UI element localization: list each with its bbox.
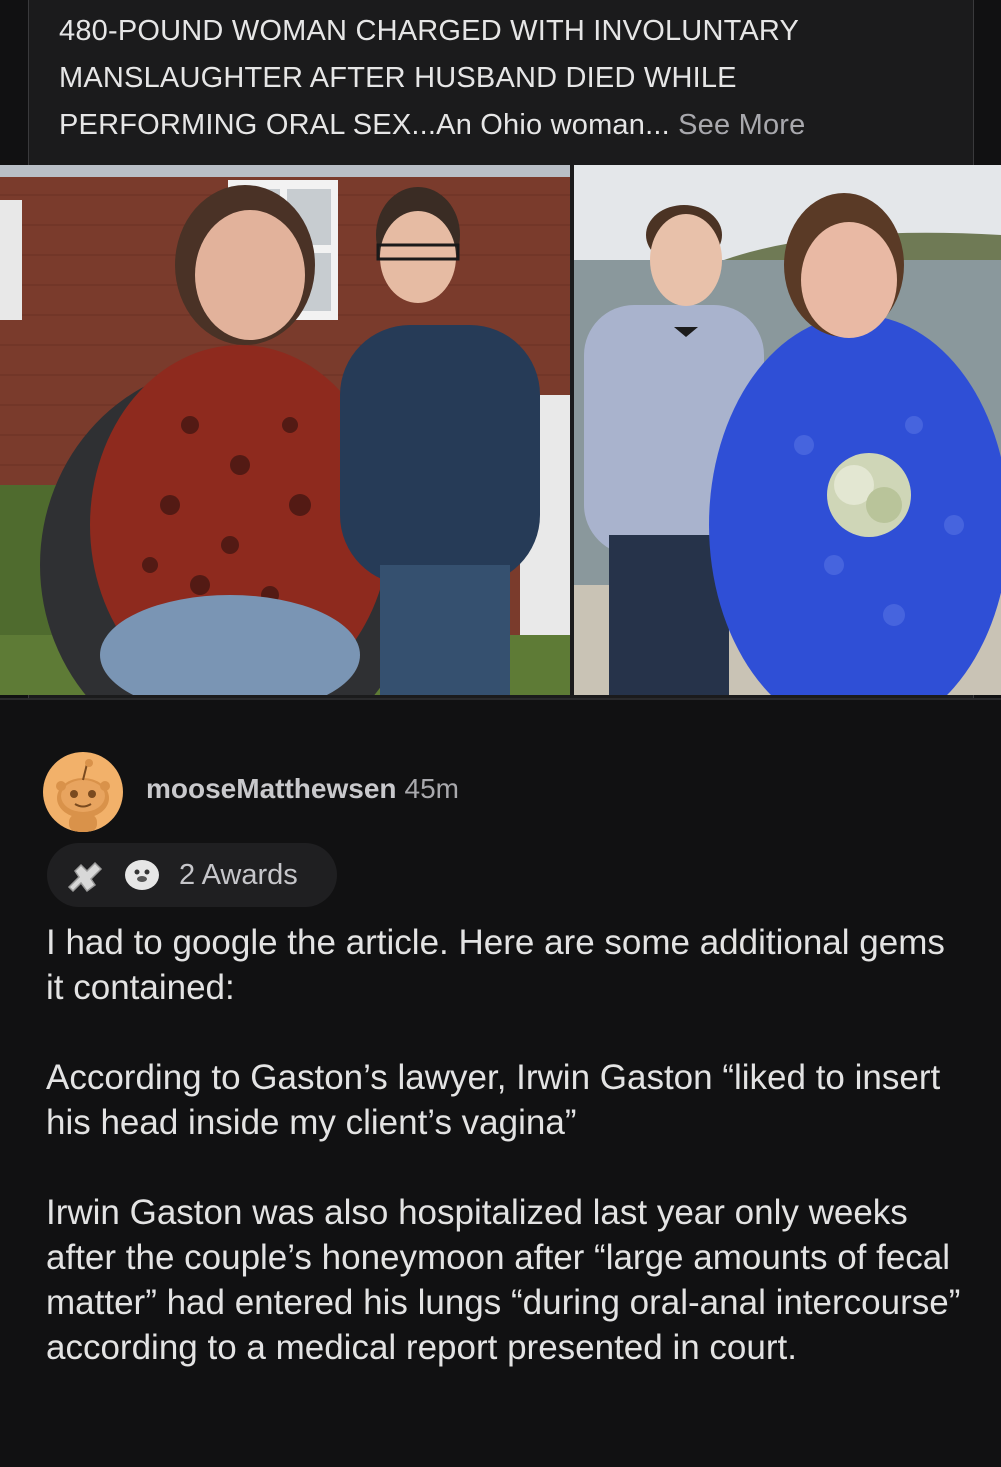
post-photos[interactable] bbox=[0, 165, 1001, 695]
avatar[interactable] bbox=[43, 752, 123, 832]
timestamp: 45m bbox=[404, 773, 459, 804]
seal-award-icon bbox=[122, 857, 162, 893]
comment-paragraph: According to Gaston’s lawyer, Irwin Gast… bbox=[46, 1058, 941, 1142]
awards-pill[interactable]: 2 Awards bbox=[47, 843, 337, 907]
divider bbox=[0, 698, 1001, 700]
comment-paragraph: I had to google the article. Here are so… bbox=[46, 923, 945, 1007]
comment-body: I had to google the article. Here are so… bbox=[46, 920, 966, 1415]
see-more-link[interactable]: See More bbox=[678, 109, 805, 141]
comment-paragraph: Irwin Gaston was also hospitalized last … bbox=[46, 1193, 961, 1367]
username-link[interactable]: mooseMatthewsen bbox=[146, 773, 397, 804]
post-headline[interactable]: 480-POUND WOMAN CHARGED WITH INVOLUNTARY… bbox=[59, 8, 939, 149]
photo-couple-outside-house[interactable] bbox=[0, 165, 570, 695]
comment-author-line: mooseMatthewsen 45m bbox=[146, 772, 459, 806]
arm-wrestle-award-icon bbox=[65, 857, 105, 893]
photo-couple-wedding-by-sea[interactable] bbox=[574, 165, 1001, 695]
snoo-avatar-icon bbox=[56, 759, 110, 832]
awards-count: 2 Awards bbox=[179, 859, 298, 891]
